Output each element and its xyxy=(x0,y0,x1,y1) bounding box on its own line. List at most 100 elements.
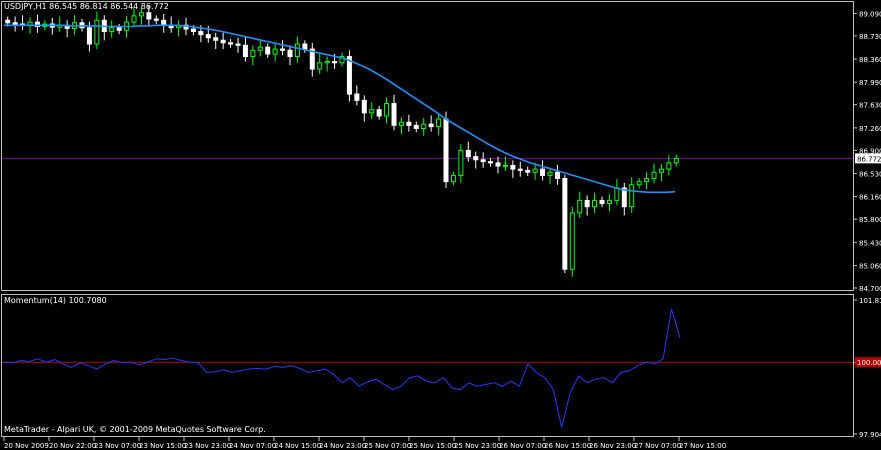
candle-body xyxy=(205,34,211,39)
time-tick-label: 25 Nov 07:00 xyxy=(364,442,411,450)
price-tick-label: 87.990 xyxy=(859,79,881,87)
candle-body xyxy=(599,199,605,205)
candle-body xyxy=(272,48,278,55)
candle-body xyxy=(294,43,300,58)
candle-body xyxy=(473,156,479,161)
candle-body xyxy=(413,124,419,129)
candle-body xyxy=(428,123,434,128)
candle-body xyxy=(584,199,590,208)
candle-body xyxy=(317,62,323,70)
candle-body xyxy=(94,19,100,45)
candle-body xyxy=(525,169,531,173)
time-tick-label: 26 Nov 15:00 xyxy=(544,442,591,450)
candle-body xyxy=(658,168,664,173)
time-tick-label: 27 Nov 07:00 xyxy=(634,442,681,450)
time-tick-label: 26 Nov 07:00 xyxy=(499,442,546,450)
time-tick-label: 24 Nov 23:00 xyxy=(319,442,366,450)
price-tick-label: 85.060 xyxy=(859,262,881,270)
candle-body xyxy=(644,178,650,183)
candle-body xyxy=(577,199,583,214)
price-tick-label: 86.160 xyxy=(859,194,881,202)
candle-body xyxy=(391,102,397,126)
candle-body xyxy=(384,102,390,117)
candle-body xyxy=(5,19,11,24)
candle-body xyxy=(346,56,352,95)
candle-body xyxy=(406,121,412,126)
candle-body xyxy=(532,168,538,173)
candle-body xyxy=(562,178,568,270)
candle-body xyxy=(443,118,449,183)
candle-body xyxy=(421,123,427,129)
copyright-text: MetaTrader - Alpari UK, © 2001-2009 Meta… xyxy=(4,425,266,434)
candle-body xyxy=(287,49,293,58)
time-tick-label: 20 Nov 22:00 xyxy=(49,442,96,450)
time-tick-label: 23 Nov 15:00 xyxy=(139,442,186,450)
candle-body xyxy=(250,49,256,58)
time-tick-label: 20 Nov 2009 xyxy=(4,442,49,450)
candle-body xyxy=(458,149,464,176)
candle-body xyxy=(502,164,508,167)
candle-body xyxy=(606,199,612,205)
price-tick-label: 86.530 xyxy=(859,171,881,179)
chart-window[interactable]: 89.09088.73088.36087.99087.63087.26086.9… xyxy=(0,0,881,450)
candle-body xyxy=(213,37,219,41)
momentum-level-label: 100.000 xyxy=(857,359,881,367)
candle-body xyxy=(488,161,494,164)
symbol-info: USDJPY,H1 86.545 86.814 86.544 86.772 xyxy=(4,2,169,11)
candle-body xyxy=(666,162,672,170)
time-tick-label: 24 Nov 07:00 xyxy=(229,442,276,450)
time-tick-label: 25 Nov 23:00 xyxy=(454,442,501,450)
candle-body xyxy=(228,42,234,45)
candle-body xyxy=(324,61,330,64)
candle-body xyxy=(398,121,404,126)
candle-body xyxy=(302,43,308,50)
candle-body xyxy=(190,28,196,33)
candle-body xyxy=(280,48,286,51)
momentum-tick-label: 101.817 xyxy=(859,297,881,305)
time-tick-label: 25 Nov 15:00 xyxy=(409,442,456,450)
candle-body xyxy=(614,187,620,201)
candle-body xyxy=(220,39,226,44)
time-tick-label: 23 Nov 23:00 xyxy=(184,442,231,450)
candle-body xyxy=(480,159,486,163)
candle-body xyxy=(517,168,523,171)
price-tick-label: 88.360 xyxy=(859,56,881,64)
candle-body xyxy=(436,118,442,128)
candle-body xyxy=(651,171,657,180)
price-tick-label: 85.430 xyxy=(859,239,881,247)
candle-body xyxy=(450,174,456,183)
candle-body xyxy=(510,164,516,170)
momentum-tick-label: 97.9042 xyxy=(859,431,881,439)
candle-body xyxy=(109,27,115,33)
candle-body xyxy=(673,157,679,164)
candle-body xyxy=(569,212,575,270)
candle-body xyxy=(242,44,248,58)
candle-body xyxy=(12,22,18,25)
candle-body xyxy=(138,12,144,17)
candle-body xyxy=(116,27,122,31)
candle-body xyxy=(636,181,642,186)
candle-body xyxy=(540,168,546,176)
price-tick-label: 87.260 xyxy=(859,125,881,133)
candle-body xyxy=(198,31,204,36)
candle-body xyxy=(332,61,338,64)
candle-body xyxy=(361,99,367,114)
candle-body xyxy=(235,43,241,46)
candle-body xyxy=(86,27,92,45)
candle-body xyxy=(554,171,560,180)
candle-body xyxy=(265,46,271,55)
candle-body xyxy=(592,199,598,208)
indicator-label: Momentum(14) 100.7080 xyxy=(4,296,107,305)
price-tick-label: 89.090 xyxy=(859,10,881,18)
candle-body xyxy=(376,109,382,117)
price-tick-label: 88.730 xyxy=(859,33,881,41)
candle-body xyxy=(547,171,553,176)
candle-body xyxy=(465,149,471,158)
candle-body xyxy=(257,46,263,51)
candle-body xyxy=(146,12,152,20)
time-tick-label: 24 Nov 15:00 xyxy=(274,442,321,450)
chart-background xyxy=(0,0,881,450)
candle-body xyxy=(153,18,159,21)
candle-body xyxy=(629,184,635,208)
candle-body xyxy=(354,93,360,101)
